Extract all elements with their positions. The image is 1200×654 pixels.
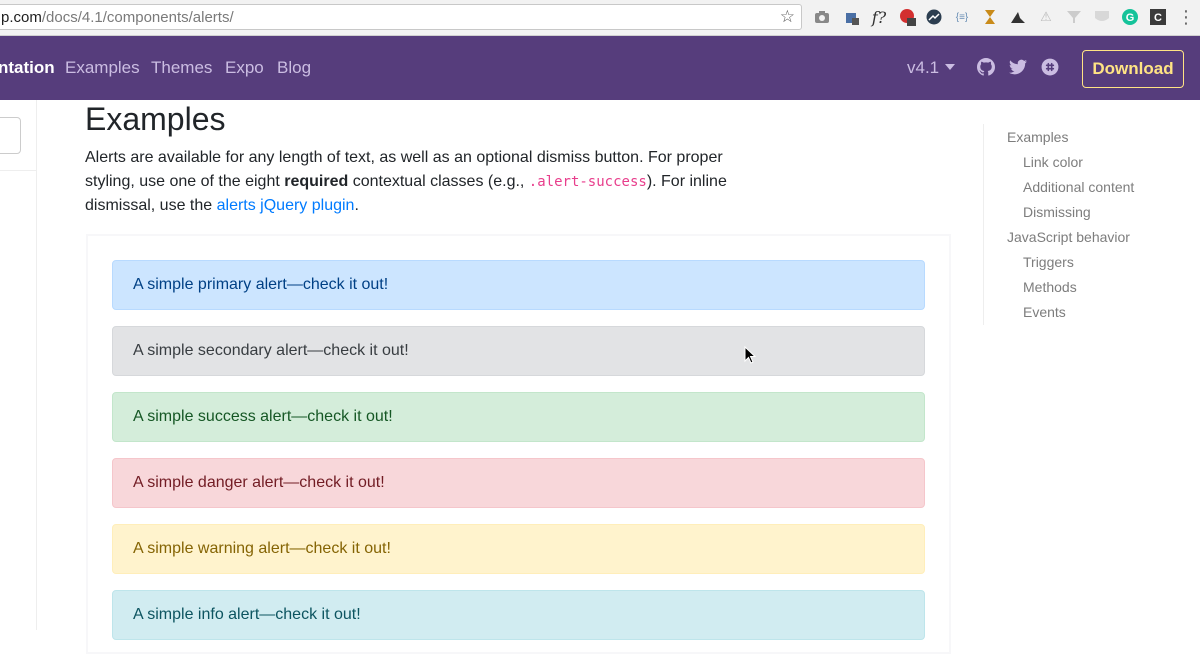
browser-toolbar: p.com/docs/4.1/components/alerts/ ☆ f? {… bbox=[0, 0, 1200, 36]
search-input[interactable] bbox=[0, 117, 21, 154]
extension-badge-icon[interactable] bbox=[899, 8, 917, 26]
nav-themes[interactable]: Themes bbox=[151, 58, 212, 78]
formula-extension-icon[interactable]: f? bbox=[870, 8, 888, 27]
toc-item-events[interactable]: Events bbox=[1023, 304, 1066, 320]
shield-extension-icon[interactable] bbox=[1093, 8, 1111, 26]
alert-primary: A simple primary alert—check it out! bbox=[112, 260, 925, 310]
toc-item-dismissing[interactable]: Dismissing bbox=[1023, 204, 1091, 220]
toc-divider bbox=[983, 124, 984, 325]
toc-item-javascript-behavior[interactable]: JavaScript behavior bbox=[1007, 229, 1130, 245]
hourglass-icon[interactable] bbox=[981, 8, 999, 26]
nav-blog[interactable]: Blog bbox=[277, 58, 311, 78]
github-icon[interactable] bbox=[977, 58, 995, 76]
toc-item-link-color[interactable]: Link color bbox=[1023, 154, 1083, 170]
alert-secondary: A simple secondary alert—check it out! bbox=[112, 326, 925, 376]
json-extension-icon[interactable]: {≡} bbox=[953, 8, 971, 26]
toc-item-additional-content[interactable]: Additional content bbox=[1023, 179, 1134, 195]
url-text: p.com/docs/4.1/components/alerts/ bbox=[1, 9, 234, 26]
warning-extension-icon[interactable]: ⚠ bbox=[1037, 8, 1055, 26]
toc-item-triggers[interactable]: Triggers bbox=[1023, 254, 1074, 270]
slack-icon[interactable] bbox=[1041, 58, 1059, 76]
twitter-icon[interactable] bbox=[1009, 58, 1027, 76]
alerts-plugin-link[interactable]: alerts jQuery plugin bbox=[217, 197, 355, 214]
nav-documentation[interactable]: ntation bbox=[0, 58, 55, 78]
bookmark-star-icon[interactable]: ☆ bbox=[780, 7, 795, 27]
alert-info: A simple info alert—check it out! bbox=[112, 590, 925, 640]
download-button[interactable]: Download bbox=[1082, 50, 1184, 88]
caret-down-icon bbox=[945, 64, 956, 70]
version-label: v4.1 bbox=[907, 58, 940, 77]
site-navbar: ntation Examples Themes Expo Blog v4.1 D… bbox=[0, 36, 1200, 100]
filter-extension-icon[interactable] bbox=[1065, 8, 1083, 26]
svg-text:G: G bbox=[1126, 12, 1135, 24]
toc-item-methods[interactable]: Methods bbox=[1023, 279, 1077, 295]
toc-item-examples[interactable]: Examples bbox=[1007, 129, 1068, 145]
camera-icon[interactable] bbox=[813, 8, 831, 26]
extension-icon[interactable] bbox=[843, 8, 861, 26]
more-menu-icon[interactable]: ⋮ bbox=[1177, 7, 1195, 27]
nav-expo[interactable]: Expo bbox=[225, 58, 264, 78]
required-emphasis: required bbox=[284, 173, 349, 190]
alert-danger: A simple danger alert—check it out! bbox=[112, 458, 925, 508]
alert-success-code: .alert-success bbox=[528, 174, 647, 190]
address-bar[interactable]: p.com/docs/4.1/components/alerts/ ☆ bbox=[0, 4, 802, 30]
chart-extension-icon[interactable] bbox=[925, 8, 943, 26]
nav-examples[interactable]: Examples bbox=[65, 58, 140, 78]
alert-success: A simple success alert—check it out! bbox=[112, 392, 925, 442]
version-dropdown[interactable]: v4.1 bbox=[907, 58, 956, 78]
bird-extension-icon[interactable] bbox=[1009, 8, 1027, 26]
intro-paragraph: Alerts are available for any length of t… bbox=[85, 149, 727, 214]
alert-warning: A simple warning alert—check it out! bbox=[112, 524, 925, 574]
mouse-cursor-icon bbox=[744, 346, 756, 364]
page-title: Examples bbox=[85, 101, 226, 137]
sidebar-divider bbox=[36, 100, 37, 630]
svg-text:C: C bbox=[1154, 12, 1162, 24]
c-extension-icon[interactable]: C bbox=[1149, 8, 1167, 26]
grammarly-icon[interactable]: G bbox=[1121, 8, 1139, 26]
sidebar-separator bbox=[0, 170, 36, 171]
